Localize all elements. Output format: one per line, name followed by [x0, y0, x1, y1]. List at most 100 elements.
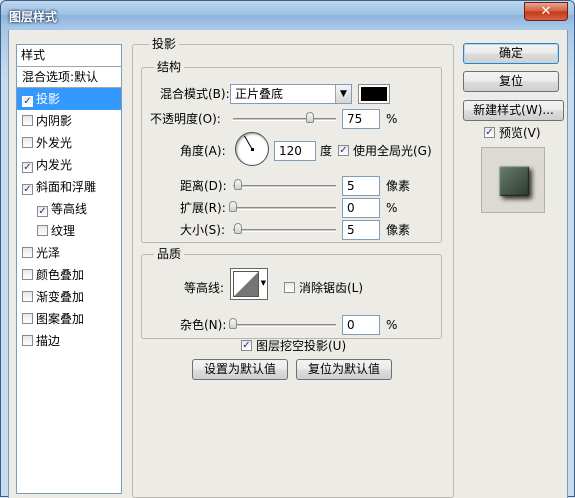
style-item[interactable]: 颜色叠加 — [17, 264, 121, 286]
style-item-label: 光泽 — [36, 246, 61, 260]
spread-slider-thumb[interactable] — [229, 201, 237, 212]
antialias-label[interactable]: 消除锯齿(L) — [299, 281, 363, 295]
style-item-checkbox[interactable] — [22, 137, 33, 148]
quality-group: 品质 等高线: ▼ 消除锯齿(L) 杂色(N): 0 % — [141, 247, 442, 339]
style-item-label: 内发光 — [36, 158, 73, 172]
angle-dial[interactable] — [235, 132, 269, 166]
layer-style-dialog: 图层样式 ✕ 样式 混合选项:默认 ✓ 投影 内阴影 外发光 ✓ 内发光 ✓ 斜面和浮雕 ✓ 等高… — [0, 0, 575, 498]
distance-label: 距离(D): — [180, 179, 227, 193]
checkmark-icon: ✓ — [23, 184, 32, 195]
style-item-checkbox[interactable]: ✓ — [22, 96, 33, 107]
style-item[interactable]: ✓ 斜面和浮雕 — [17, 176, 121, 198]
style-item-label: 纹理 — [51, 224, 76, 238]
angle-unit: 度 — [320, 144, 333, 158]
drop-shadow-panel: 投影 结构 混合模式(B): 正片叠底 ▼ 不透明度(O): 75 % 角度(A… — [132, 37, 454, 498]
antialias-checkbox[interactable] — [284, 282, 295, 293]
style-item[interactable]: 描边 — [17, 330, 121, 352]
style-item-checkbox[interactable] — [22, 291, 33, 302]
ok-button[interactable]: 确定 — [463, 43, 559, 64]
style-item[interactable]: 内阴影 — [17, 110, 121, 132]
title-bar[interactable]: 图层样式 ✕ — [1, 1, 574, 29]
angle-label: 角度(A): — [180, 144, 226, 158]
style-item-label: 内阴影 — [36, 114, 73, 128]
size-label: 大小(S): — [180, 223, 226, 237]
style-item[interactable]: 外发光 — [17, 132, 121, 154]
style-item-checkbox[interactable]: ✓ — [37, 206, 48, 217]
structure-group: 结构 混合模式(B): 正片叠底 ▼ 不透明度(O): 75 % 角度(A): … — [141, 60, 442, 243]
style-item-checkbox[interactable] — [22, 335, 33, 346]
new-style-button[interactable]: 新建样式(W)... — [463, 100, 564, 121]
opacity-percent: % — [386, 112, 398, 126]
distance-slider-track[interactable] — [233, 185, 336, 188]
blending-options-item[interactable]: 混合选项:默认 — [17, 67, 121, 88]
style-item-checkbox[interactable] — [22, 269, 33, 280]
style-item-checkbox[interactable] — [22, 247, 33, 258]
make-default-button[interactable]: 设置为默认值 — [192, 359, 288, 380]
style-item-label: 等高线 — [51, 202, 88, 216]
checkmark-icon: ✓ — [23, 96, 32, 107]
style-item-checkbox[interactable] — [37, 225, 48, 236]
contour-picker[interactable]: ▼ — [230, 268, 268, 300]
size-input[interactable]: 5 — [342, 220, 380, 240]
style-item-label: 描边 — [36, 334, 61, 348]
opacity-input[interactable]: 75 — [342, 109, 380, 129]
style-item[interactable]: ✓ 投影 — [17, 88, 121, 110]
opacity-label: 不透明度(O): — [150, 112, 221, 126]
blend-mode-label: 混合模式(B): — [160, 87, 230, 101]
noise-input[interactable]: 0 — [342, 315, 380, 335]
style-item[interactable]: 纹理 — [17, 220, 121, 242]
style-item[interactable]: 图案叠加 — [17, 308, 121, 330]
quality-title: 品质 — [154, 247, 185, 261]
spread-input[interactable]: 0 — [342, 198, 380, 218]
style-item[interactable]: 光泽 — [17, 242, 121, 264]
global-light-label[interactable]: 使用全局光(G) — [353, 144, 432, 158]
preview-label[interactable]: 预览(V) — [499, 126, 541, 140]
dialog-client: 样式 混合选项:默认 ✓ 投影 内阴影 外发光 ✓ 内发光 ✓ 斜面和浮雕 ✓ 等高线 纹理 光泽 颜色… — [8, 30, 568, 498]
noise-slider-track[interactable] — [233, 324, 336, 327]
size-slider-thumb[interactable] — [234, 223, 242, 234]
distance-slider-thumb[interactable] — [234, 179, 242, 190]
style-item-checkbox[interactable]: ✓ — [22, 162, 33, 173]
distance-input[interactable]: 5 — [342, 176, 380, 196]
checkmark-icon: ✓ — [242, 340, 251, 351]
style-item[interactable]: ✓ 内发光 — [17, 154, 121, 176]
style-list: 样式 混合选项:默认 ✓ 投影 内阴影 外发光 ✓ 内发光 ✓ 斜面和浮雕 ✓ 等高线 纹理 光泽 颜色… — [16, 44, 122, 494]
style-item-label: 图案叠加 — [36, 312, 85, 326]
contour-curve-icon — [233, 271, 259, 297]
style-item[interactable]: ✓ 等高线 — [17, 198, 121, 220]
chevron-down-icon: ▼ — [260, 279, 266, 287]
style-preview — [481, 147, 545, 213]
angle-input[interactable]: 120 — [274, 141, 316, 161]
blend-mode-select[interactable]: 正片叠底 ▼ — [230, 84, 352, 104]
style-list-header[interactable]: 样式 — [17, 45, 121, 67]
style-item-checkbox[interactable] — [22, 115, 33, 126]
opacity-slider-track[interactable] — [233, 118, 336, 121]
checkmark-icon: ✓ — [38, 206, 47, 217]
knockout-label[interactable]: 图层挖空投影(U) — [256, 339, 346, 353]
angle-center — [251, 148, 254, 151]
close-button[interactable]: ✕ — [524, 2, 568, 21]
preview-checkbox[interactable]: ✓ — [484, 127, 495, 138]
chevron-down-icon: ▼ — [335, 85, 351, 103]
spread-percent: % — [386, 201, 398, 215]
noise-label: 杂色(N): — [180, 318, 227, 332]
knockout-checkbox[interactable]: ✓ — [241, 340, 252, 351]
blend-mode-value: 正片叠底 — [235, 87, 284, 101]
noise-slider-thumb[interactable] — [229, 318, 237, 329]
drop-shadow-title: 投影 — [149, 37, 180, 51]
reset-default-button[interactable]: 复位为默认值 — [296, 359, 392, 380]
global-light-checkbox[interactable]: ✓ — [338, 145, 349, 156]
style-item-label: 投影 — [36, 92, 61, 106]
style-item[interactable]: 渐变叠加 — [17, 286, 121, 308]
shadow-color-swatch[interactable] — [358, 84, 390, 104]
reset-button[interactable]: 复位 — [463, 71, 559, 92]
style-item-checkbox[interactable] — [22, 313, 33, 324]
spread-slider-track[interactable] — [233, 207, 336, 210]
close-icon: ✕ — [540, 4, 552, 19]
spread-label: 扩展(R): — [180, 201, 226, 215]
opacity-slider-thumb[interactable] — [306, 112, 315, 123]
checkmark-icon: ✓ — [23, 162, 32, 173]
style-item-checkbox[interactable]: ✓ — [22, 184, 33, 195]
structure-title: 结构 — [154, 60, 185, 74]
size-slider-track[interactable] — [233, 229, 336, 232]
